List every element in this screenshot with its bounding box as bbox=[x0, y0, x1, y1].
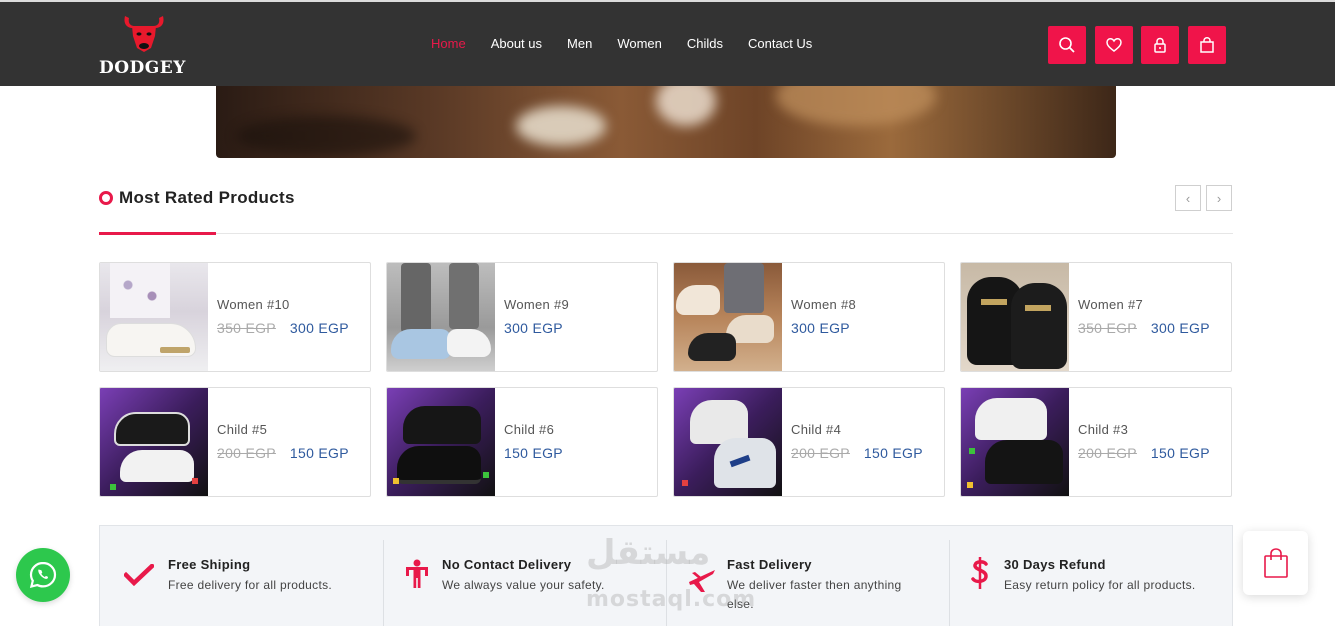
carousel-next-button[interactable]: › bbox=[1206, 185, 1232, 211]
brand-name: DODGEY bbox=[99, 58, 186, 78]
carousel-prev-button[interactable]: ‹ bbox=[1175, 185, 1201, 211]
section-header: Most Rated Products bbox=[99, 188, 295, 208]
floating-cart-button[interactable] bbox=[1243, 531, 1308, 595]
search-button[interactable] bbox=[1048, 26, 1086, 64]
lock-icon bbox=[1154, 37, 1166, 53]
current-price: 300 EGP bbox=[791, 320, 850, 336]
product-prices: 200 EGP 150 EGP bbox=[1078, 445, 1210, 461]
feature-separator bbox=[666, 540, 667, 626]
check-icon bbox=[124, 564, 154, 586]
person-icon bbox=[406, 559, 428, 588]
bull-logo-icon bbox=[124, 16, 164, 52]
feature-separator bbox=[383, 540, 384, 626]
product-card[interactable]: Child #4 200 EGP 150 EGP bbox=[673, 387, 945, 497]
product-name: Child #5 bbox=[217, 422, 268, 437]
whatsapp-button[interactable] bbox=[16, 548, 70, 602]
nav-home[interactable]: Home bbox=[431, 36, 466, 51]
whatsapp-icon bbox=[29, 561, 57, 589]
current-price: 300 EGP bbox=[1150, 320, 1210, 336]
heart-icon bbox=[1106, 38, 1122, 52]
hero-banner-image bbox=[216, 86, 1116, 158]
product-card[interactable]: Child #5 200 EGP 150 EGP bbox=[99, 387, 371, 497]
circle-icon bbox=[99, 191, 113, 205]
product-prices: 350 EGP 300 EGP bbox=[1078, 320, 1210, 336]
nav-women[interactable]: Women bbox=[617, 36, 662, 51]
product-image bbox=[961, 263, 1069, 371]
search-icon bbox=[1059, 37, 1075, 53]
section-title: Most Rated Products bbox=[119, 188, 295, 207]
product-name: Child #6 bbox=[504, 422, 555, 437]
old-price: 200 EGP bbox=[791, 445, 850, 461]
current-price: 300 EGP bbox=[504, 320, 563, 336]
current-price: 150 EGP bbox=[863, 445, 923, 461]
feature-separator bbox=[949, 540, 950, 626]
product-card[interactable]: Child #6 150 EGP bbox=[386, 387, 658, 497]
product-image bbox=[387, 388, 495, 496]
product-name: Women #8 bbox=[791, 297, 857, 312]
login-button[interactable] bbox=[1141, 26, 1179, 64]
product-image bbox=[961, 388, 1069, 496]
section-divider bbox=[99, 233, 1233, 234]
product-image bbox=[674, 388, 782, 496]
header-bar: DODGEY Home About us Men Women Childs Co… bbox=[0, 0, 1335, 86]
feature-desc: Easy return policy for all products. bbox=[1004, 578, 1196, 592]
product-image bbox=[100, 388, 208, 496]
product-name: Child #3 bbox=[1078, 422, 1129, 437]
current-price: 150 EGP bbox=[1150, 445, 1210, 461]
product-card[interactable]: Women #9 300 EGP bbox=[386, 262, 658, 372]
product-card[interactable]: Women #8 300 EGP bbox=[673, 262, 945, 372]
feature-title: No Contact Delivery bbox=[442, 557, 572, 572]
product-card[interactable]: Women #10 350 EGP 300 EGP bbox=[99, 262, 371, 372]
feature-desc: We deliver faster then anything else. bbox=[727, 578, 902, 611]
nav-childs[interactable]: Childs bbox=[687, 36, 723, 51]
nav-contact[interactable]: Contact Us bbox=[748, 36, 812, 51]
old-price: 350 EGP bbox=[217, 320, 276, 336]
current-price: 300 EGP bbox=[289, 320, 349, 336]
old-price: 350 EGP bbox=[1078, 320, 1137, 336]
product-image bbox=[100, 263, 208, 371]
product-name: Women #9 bbox=[504, 297, 570, 312]
product-prices: 350 EGP 300 EGP bbox=[217, 320, 349, 336]
main-nav: Home About us Men Women Childs Contact U… bbox=[431, 36, 837, 51]
product-prices: 300 EGP bbox=[791, 320, 850, 336]
shopping-bag-icon bbox=[1200, 37, 1214, 53]
current-price: 150 EGP bbox=[289, 445, 349, 461]
current-price: 150 EGP bbox=[504, 445, 563, 461]
chevron-left-icon: ‹ bbox=[1185, 190, 1191, 206]
wishlist-button[interactable] bbox=[1095, 26, 1133, 64]
product-name: Women #10 bbox=[217, 297, 290, 312]
product-prices: 200 EGP 150 EGP bbox=[791, 445, 923, 461]
old-price: 200 EGP bbox=[1078, 445, 1137, 461]
product-card[interactable]: Child #3 200 EGP 150 EGP bbox=[960, 387, 1232, 497]
plane-icon bbox=[689, 570, 715, 592]
nav-about[interactable]: About us bbox=[491, 36, 542, 51]
product-prices: 200 EGP 150 EGP bbox=[217, 445, 349, 461]
product-prices: 150 EGP bbox=[504, 445, 563, 461]
product-name: Women #7 bbox=[1078, 297, 1144, 312]
feature-title: Free Shiping bbox=[168, 557, 251, 572]
features-bar: Free Shiping Free delivery for all produ… bbox=[99, 525, 1233, 626]
old-price: 200 EGP bbox=[217, 445, 276, 461]
cart-button[interactable] bbox=[1188, 26, 1226, 64]
product-image bbox=[387, 263, 495, 371]
feature-title: 30 Days Refund bbox=[1004, 557, 1106, 572]
product-card[interactable]: Women #7 350 EGP 300 EGP bbox=[960, 262, 1232, 372]
brand-logo[interactable]: DODGEY bbox=[99, 14, 191, 78]
shopping-bag-icon bbox=[1263, 548, 1288, 578]
nav-men[interactable]: Men bbox=[567, 36, 592, 51]
section-divider-accent bbox=[99, 232, 216, 235]
feature-desc: We always value your safety. bbox=[442, 578, 605, 592]
feature-title: Fast Delivery bbox=[727, 557, 812, 572]
dollar-icon bbox=[971, 557, 988, 589]
feature-desc: Free delivery for all products. bbox=[168, 578, 333, 592]
chevron-right-icon: › bbox=[1216, 190, 1222, 206]
product-image bbox=[674, 263, 782, 371]
product-name: Child #4 bbox=[791, 422, 842, 437]
product-prices: 300 EGP bbox=[504, 320, 563, 336]
